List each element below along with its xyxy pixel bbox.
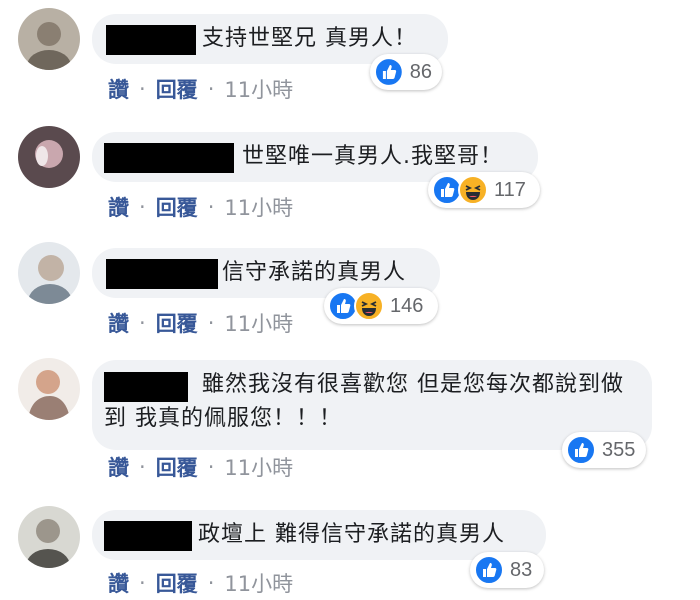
- separator-dot: ·: [139, 195, 146, 219]
- timestamp[interactable]: 11小時: [224, 452, 293, 482]
- reaction-summary[interactable]: 146: [324, 288, 438, 324]
- like-reaction-icon: [474, 555, 504, 585]
- reaction-summary[interactable]: 86: [370, 54, 442, 90]
- reaction-summary[interactable]: 355: [562, 432, 646, 468]
- redacted-author-name: [106, 25, 196, 55]
- like-link[interactable]: 讚: [108, 308, 129, 338]
- separator-dot: ·: [207, 571, 215, 595]
- avatar[interactable]: [18, 126, 80, 188]
- reaction-count: 83: [510, 558, 533, 581]
- separator-dot: ·: [139, 571, 146, 595]
- haha-reaction-icon: [458, 175, 488, 205]
- comment-text: 世堅唯一真男人.我堅哥！: [242, 144, 503, 169]
- timestamp[interactable]: 11小時: [224, 192, 293, 222]
- comment-actions: 讚 · 回覆 · 11小時: [108, 192, 293, 222]
- reply-link[interactable]: 回覆: [156, 452, 198, 482]
- comment-actions: 讚 · 回覆 · 11小時: [108, 452, 293, 482]
- separator-dot: ·: [207, 311, 215, 335]
- separator-dot: ·: [207, 455, 215, 479]
- like-link[interactable]: 讚: [108, 568, 129, 598]
- avatar[interactable]: [18, 242, 80, 304]
- separator-dot: ·: [139, 455, 146, 479]
- timestamp[interactable]: 11小時: [224, 74, 293, 104]
- redacted-author-name: [104, 143, 234, 173]
- timestamp[interactable]: 11小時: [224, 308, 293, 338]
- comment-bubble: 政壇上 難得信守承諾的真男人: [92, 510, 546, 560]
- comment-item: 信守承諾的真男人 146 讚 · 回覆 · 11小時: [0, 234, 700, 346]
- timestamp[interactable]: 11小時: [224, 568, 293, 598]
- reply-link[interactable]: 回覆: [156, 192, 198, 222]
- comment-text: 雖然我沒有很喜歡您 但是您每次都說到做到 我真的佩服您！！！: [104, 372, 624, 431]
- comment-text: 信守承諾的真男人: [222, 260, 407, 285]
- comment-actions: 讚 · 回覆 · 11小時: [108, 308, 293, 338]
- avatar[interactable]: [18, 358, 80, 420]
- comment-actions: 讚 · 回覆 · 11小時: [108, 568, 293, 598]
- comment-text: 政壇上 難得信守承諾的真男人: [198, 522, 505, 547]
- like-link[interactable]: 讚: [108, 192, 129, 222]
- reaction-count: 117: [494, 178, 526, 201]
- comment-item: 政壇上 難得信守承諾的真男人 83 讚 · 回覆 · 11小時: [0, 498, 700, 600]
- like-reaction-icon: [374, 57, 404, 87]
- separator-dot: ·: [207, 77, 215, 101]
- avatar[interactable]: [18, 8, 80, 70]
- redacted-author-name: [106, 259, 218, 289]
- like-link[interactable]: 讚: [108, 452, 129, 482]
- separator-dot: ·: [207, 195, 215, 219]
- reaction-count: 86: [409, 60, 432, 83]
- comment-item: 世堅唯一真男人.我堅哥！ 117 讚 · 回覆 · 11小時: [0, 118, 700, 228]
- reaction-count: 146: [390, 294, 424, 317]
- comment-item: 支持世堅兄 真男人！ 86 讚 · 回覆 · 11小時: [0, 0, 700, 110]
- reply-link[interactable]: 回覆: [156, 568, 198, 598]
- comment-actions: 讚 · 回覆 · 11小時: [108, 74, 293, 104]
- comment-item: 雖然我沒有很喜歡您 但是您每次都說到做到 我真的佩服您！！！ 355 讚 · 回…: [0, 350, 700, 496]
- reaction-count: 355: [602, 438, 636, 461]
- reply-link[interactable]: 回覆: [156, 74, 198, 104]
- reaction-summary[interactable]: 83: [470, 552, 544, 588]
- like-reaction-icon: [566, 435, 596, 465]
- separator-dot: ·: [139, 77, 146, 101]
- reaction-summary[interactable]: 117: [428, 172, 540, 208]
- like-link[interactable]: 讚: [108, 74, 129, 104]
- avatar[interactable]: [18, 506, 80, 568]
- redacted-author-name: [104, 521, 192, 551]
- haha-reaction-icon: [354, 291, 384, 321]
- reply-link[interactable]: 回覆: [156, 308, 198, 338]
- comment-text: 支持世堅兄 真男人！: [202, 26, 417, 51]
- separator-dot: ·: [139, 311, 146, 335]
